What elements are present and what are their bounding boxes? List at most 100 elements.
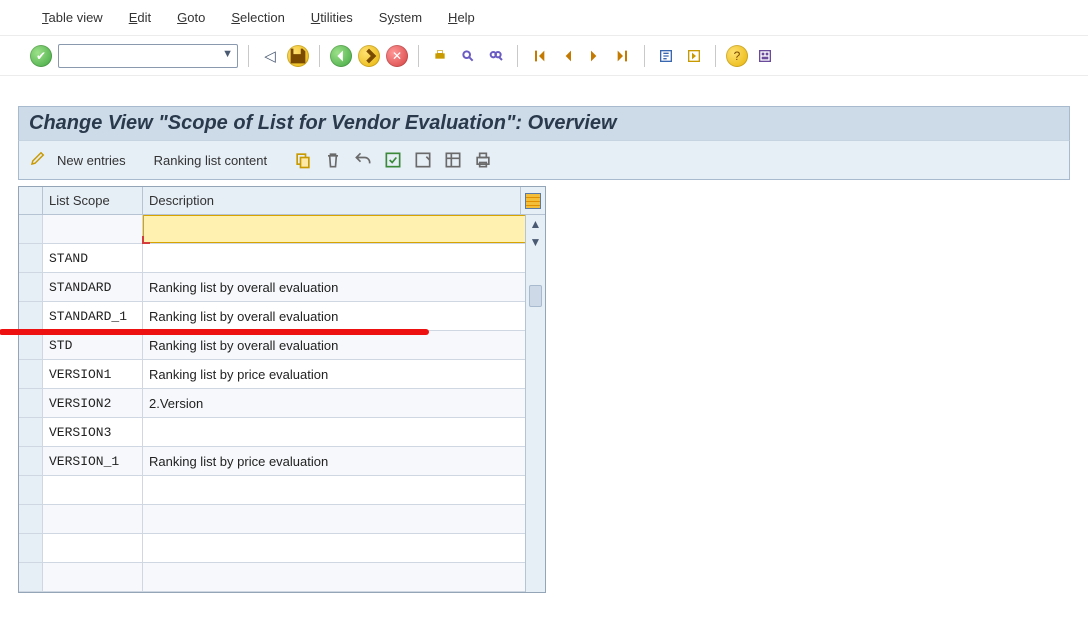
table-settings-icon[interactable] [443, 150, 463, 170]
title-bar: Change View "Scope of List for Vendor Ev… [18, 106, 1070, 140]
cell-description[interactable] [143, 215, 545, 243]
cell-list-scope[interactable]: VERSION3 [43, 418, 143, 446]
last-page-icon[interactable] [612, 45, 634, 67]
cell-description[interactable]: Ranking list by price evaluation [143, 360, 545, 388]
prev-page-icon[interactable] [556, 45, 578, 67]
scroll-up-icon[interactable]: ▲ [527, 215, 545, 233]
table-row[interactable] [19, 534, 545, 563]
table-row[interactable]: STANDARDRanking list by overall evaluati… [19, 273, 545, 302]
new-session-icon[interactable] [655, 45, 677, 67]
cell-description[interactable]: Ranking list by price evaluation [143, 447, 545, 475]
cell-list-scope[interactable]: VERSION_1 [43, 447, 143, 475]
cell-description[interactable] [143, 418, 545, 446]
table-row[interactable]: STANDARD_1Ranking list by overall evalua… [19, 302, 545, 331]
print-icon[interactable] [429, 45, 451, 67]
scrollbar-thumb[interactable] [529, 285, 542, 307]
cell-description[interactable]: 2.Version [143, 389, 545, 417]
separator [644, 45, 645, 67]
table-row[interactable]: STDRanking list by overall evaluation [19, 331, 545, 360]
column-header-list-scope[interactable]: List Scope [43, 187, 143, 214]
nav-back-icon[interactable] [330, 45, 352, 67]
exit-icon[interactable] [358, 45, 380, 67]
row-selector[interactable] [19, 389, 43, 417]
cell-description[interactable]: Ranking list by overall evaluation [143, 331, 545, 359]
cell-list-scope[interactable] [43, 534, 143, 562]
row-selector[interactable] [19, 331, 43, 359]
cancel-icon[interactable]: ✕ [386, 45, 408, 67]
menu-selection[interactable]: Selection [231, 10, 284, 25]
vertical-scrollbar[interactable]: ▲ ▼ [525, 215, 545, 592]
cell-description[interactable] [143, 534, 545, 562]
save-icon[interactable] [287, 45, 309, 67]
cell-description[interactable] [143, 476, 545, 504]
cell-list-scope[interactable]: STD [43, 331, 143, 359]
menu-table-view[interactable]: Table view [42, 10, 103, 25]
menu-utilities[interactable]: Utilities [311, 10, 353, 25]
back-icon[interactable]: ◁ [259, 45, 281, 67]
undo-icon[interactable] [353, 150, 373, 170]
scroll-down-icon[interactable]: ▼ [527, 233, 545, 251]
cell-list-scope[interactable] [43, 563, 143, 591]
shortcut-icon[interactable] [683, 45, 705, 67]
cell-list-scope[interactable]: STANDARD [43, 273, 143, 301]
row-selector[interactable] [19, 476, 43, 504]
row-selector[interactable] [19, 418, 43, 446]
ok-enter-button[interactable]: ✔ [30, 45, 52, 67]
table-row[interactable]: VERSION3 [19, 418, 545, 447]
cell-list-scope[interactable] [43, 215, 143, 243]
find-next-icon[interactable] [485, 45, 507, 67]
copy-as-icon[interactable] [293, 150, 313, 170]
row-selector[interactable] [19, 534, 43, 562]
deselect-all-icon[interactable] [413, 150, 433, 170]
table-row[interactable] [19, 505, 545, 534]
new-entries-button[interactable]: New entries [57, 153, 126, 168]
cell-description[interactable]: Ranking list by overall evaluation [143, 302, 545, 330]
configure-columns-button[interactable] [521, 187, 545, 214]
row-selector[interactable] [19, 215, 43, 243]
cell-description[interactable] [143, 563, 545, 591]
cell-list-scope[interactable]: VERSION2 [43, 389, 143, 417]
next-page-icon[interactable] [584, 45, 606, 67]
cell-list-scope[interactable] [43, 476, 143, 504]
cell-list-scope[interactable] [43, 505, 143, 533]
cell-description[interactable]: Ranking list by overall evaluation [143, 273, 545, 301]
table-row[interactable]: VERSION22.Version [19, 389, 545, 418]
annotation-underline [0, 329, 429, 335]
table-row[interactable]: VERSION1Ranking list by price evaluation [19, 360, 545, 389]
menu-help[interactable]: Help [448, 10, 475, 25]
find-icon[interactable] [457, 45, 479, 67]
row-selector[interactable] [19, 563, 43, 591]
table-row[interactable] [19, 215, 545, 244]
row-selector[interactable] [19, 360, 43, 388]
ranking-list-content-button[interactable]: Ranking list content [154, 153, 267, 168]
select-all-icon[interactable] [383, 150, 403, 170]
table-row[interactable] [19, 476, 545, 505]
first-page-icon[interactable] [528, 45, 550, 67]
select-all-column[interactable] [19, 187, 43, 214]
cell-list-scope[interactable]: VERSION1 [43, 360, 143, 388]
print-view-icon[interactable] [473, 150, 493, 170]
cell-list-scope[interactable]: STANDARD_1 [43, 302, 143, 330]
system-toolbar: ✔ ◁ ✕ [0, 36, 1088, 76]
help-icon[interactable]: ? [726, 45, 748, 67]
column-header-description[interactable]: Description [143, 187, 521, 214]
command-field[interactable] [58, 44, 238, 68]
change-mode-icon[interactable] [29, 149, 47, 172]
separator [319, 45, 320, 67]
customize-layout-icon[interactable] [754, 45, 776, 67]
menu-goto[interactable]: Goto [177, 10, 205, 25]
table-row[interactable]: STAND [19, 244, 545, 273]
row-selector[interactable] [19, 302, 43, 330]
menu-system[interactable]: System [379, 10, 422, 25]
row-selector[interactable] [19, 447, 43, 475]
row-selector[interactable] [19, 273, 43, 301]
table-row[interactable] [19, 563, 545, 592]
cell-list-scope[interactable]: STAND [43, 244, 143, 272]
row-selector[interactable] [19, 244, 43, 272]
row-selector[interactable] [19, 505, 43, 533]
delete-icon[interactable] [323, 150, 343, 170]
cell-description[interactable] [143, 505, 545, 533]
table-row[interactable]: VERSION_1Ranking list by price evaluatio… [19, 447, 545, 476]
menu-edit[interactable]: Edit [129, 10, 151, 25]
cell-description[interactable] [143, 244, 545, 272]
